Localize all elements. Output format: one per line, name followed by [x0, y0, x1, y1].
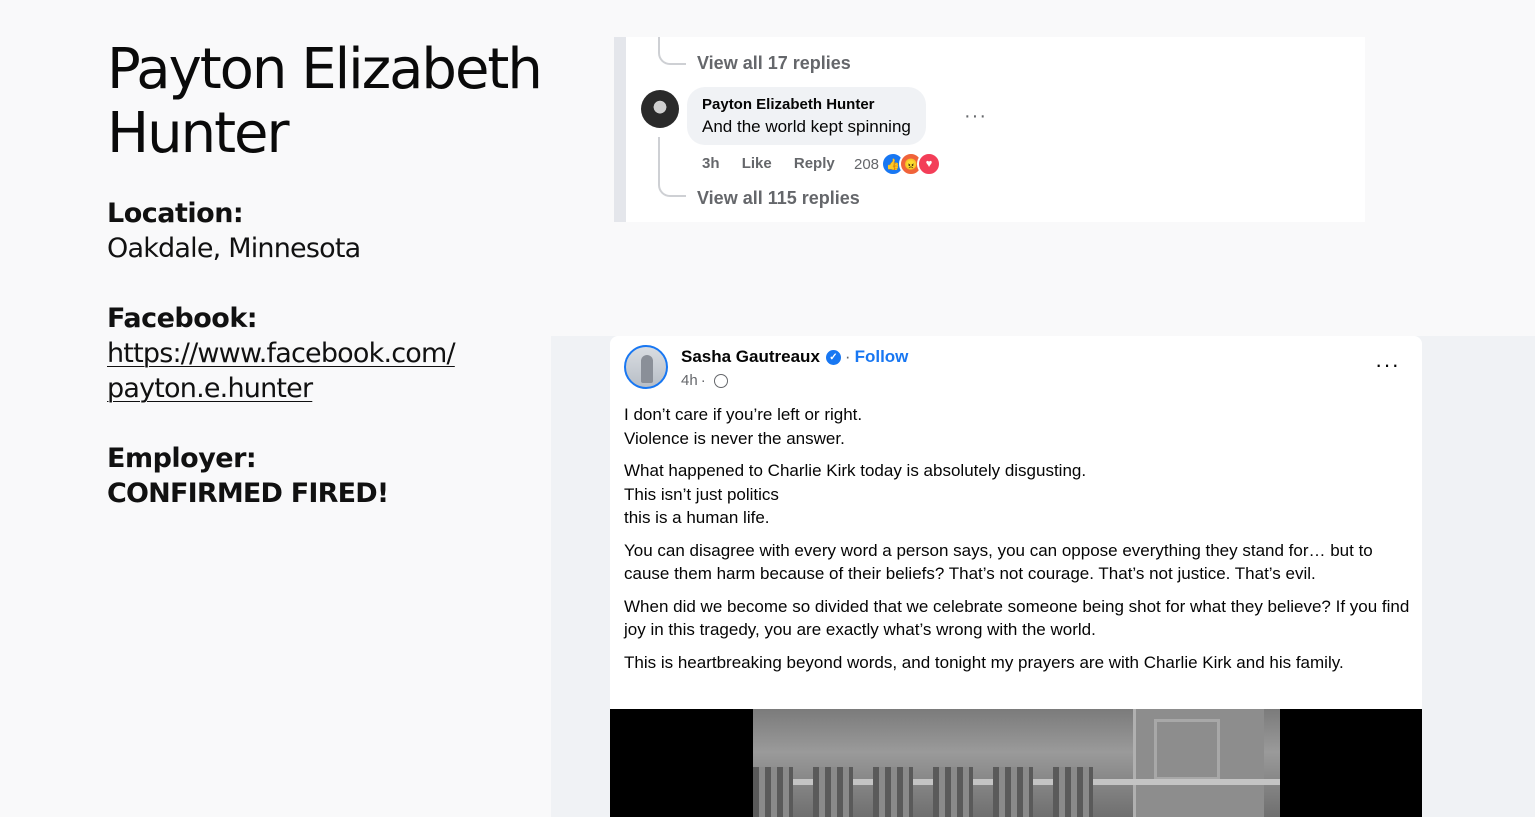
post-author-name[interactable]: Sasha Gautreaux — [681, 347, 820, 367]
post-media[interactable] — [610, 709, 1422, 817]
location-field: Location: Oakdale, Minnesota — [107, 196, 361, 266]
facebook-label: Facebook: — [107, 303, 258, 334]
thread-rail — [614, 37, 626, 222]
post-paragraph: What happened to Charlie Kirk today is a… — [624, 461, 1087, 527]
comment-bubble: Payton Elizabeth Hunter And the world ke… — [687, 87, 926, 145]
post-paragraph: This is heartbreaking beyond words, and … — [624, 652, 1344, 672]
profile-name: Payton Elizabeth Hunter — [107, 38, 567, 166]
view-replies-bottom-link[interactable]: View all 115 replies — [697, 188, 860, 209]
verified-badge-icon: ✓ — [825, 349, 841, 365]
location-label: Location: — [107, 198, 244, 229]
view-replies-top-link[interactable]: View all 17 replies — [697, 53, 851, 74]
post-paragraph: You can disagree with every word a perso… — [624, 540, 1373, 584]
employer-value: CONFIRMED FIRED! — [107, 478, 389, 509]
door-shape — [1133, 709, 1264, 817]
love-icon: ♥ — [917, 152, 942, 176]
post-more-icon[interactable]: ··· — [1375, 352, 1400, 378]
thread-connector-bottom — [658, 137, 686, 197]
post-photo — [753, 709, 1280, 817]
comment-reactions[interactable]: 208 👍 😠 ♥ — [854, 152, 942, 176]
facebook-link-line2[interactable]: payton.e.hunter — [107, 373, 313, 404]
comment-reply-button[interactable]: Reply — [794, 155, 835, 172]
comment-like-button[interactable]: Like — [742, 155, 772, 172]
employer-label: Employer: — [107, 443, 257, 474]
profile-panel: Payton Elizabeth Hunter Location: Oakdal… — [107, 38, 567, 510]
comment-more-icon[interactable]: ··· — [964, 105, 987, 128]
thread-connector-top — [658, 37, 686, 65]
profile-name-line2: Hunter — [107, 101, 290, 166]
employer-field: Employer: CONFIRMED FIRED! — [107, 441, 389, 511]
post-meta: 4h · — [681, 372, 728, 389]
post-paragraph: I don’t care if you’re left or right. Vi… — [624, 405, 863, 448]
post-header: Sasha Gautreaux ✓ · Follow — [681, 347, 908, 367]
post-card: Sasha Gautreaux ✓ · Follow 4h · ··· I do… — [610, 336, 1422, 817]
facebook-link-line1[interactable]: https://www.facebook.com/ — [107, 338, 456, 369]
follow-button[interactable]: Follow — [855, 347, 909, 367]
profile-name-line1: Payton Elizabeth — [107, 37, 543, 102]
facebook-field: Facebook: https://www.facebook.com/ payt… — [107, 301, 456, 406]
post-paragraph: When did we become so divided that we ce… — [624, 596, 1410, 640]
comment-author[interactable]: Payton Elizabeth Hunter — [702, 96, 911, 113]
location-value: Oakdale, Minnesota — [107, 233, 361, 264]
comment-time[interactable]: 3h — [702, 155, 720, 172]
post-body: I don’t care if you’re left or right. Vi… — [624, 403, 1414, 683]
reaction-count: 208 — [854, 155, 880, 173]
header-separator: · — [844, 347, 851, 366]
post-author-avatar[interactable] — [624, 345, 668, 389]
meta-separator: · — [700, 372, 706, 389]
post-time[interactable]: 4h — [681, 372, 698, 389]
commenter-avatar[interactable] — [641, 90, 679, 128]
globe-icon — [713, 373, 728, 388]
comment-text: And the world kept spinning — [702, 117, 911, 136]
comment-actions: 3h Like Reply — [702, 155, 853, 172]
comment-card: View all 17 replies Payton Elizabeth Hun… — [614, 37, 1365, 222]
